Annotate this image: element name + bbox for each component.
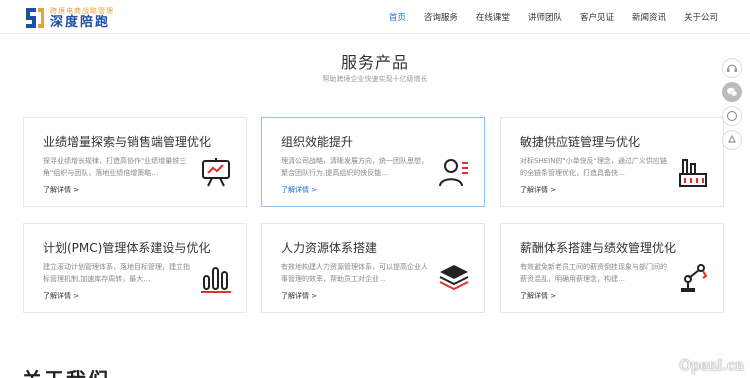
watermark-text: OpenI.cn — [679, 358, 744, 374]
service-card[interactable]: 组织效能提升 理清公司战略，清晰发展方向，统一团队思想，聚合团队行为,提高组织的… — [261, 117, 485, 207]
robot-arm-icon — [681, 264, 708, 292]
card-description: 有效地构建人力资源管理体系，可以提高企业人事管理的效率，帮助员工对企业… — [281, 263, 428, 283]
nav-item-about[interactable]: 关于公司 — [684, 11, 718, 23]
card-title: 薪酬体系搭建与绩效管理优化 — [520, 241, 677, 255]
service-card[interactable]: 人力资源体系搭建 有效地构建人力资源管理体系，可以提高企业人事管理的效率，帮助员… — [261, 223, 485, 313]
wechat-icon[interactable] — [722, 82, 742, 102]
card-description: 有效避免新老员工间的薪资倒挂现象与部门间的薪资混乱，明确用薪理念，构建… — [520, 263, 667, 283]
card-title: 计划(PMC)管理体系建设与优化 — [43, 241, 211, 255]
nav-item-lecturers[interactable]: 讲师团队 — [528, 11, 562, 23]
layers-icon — [439, 265, 469, 291]
card-title: 人力资源体系搭建 — [281, 241, 378, 255]
card-more-link[interactable]: 了解详情 > — [520, 291, 556, 301]
about-section-title: 关于我们 — [22, 364, 110, 378]
nav-item-testimonials[interactable]: 客户见证 — [580, 11, 614, 23]
service-card[interactable]: 业绩增量探索与销售端管理优化 探寻业绩增长规律，打造高协作"业绩增量铁三角"组织… — [23, 117, 247, 207]
service-card[interactable]: 计划(PMC)管理体系建设与优化 建立滚动计划管理体系，落地目标管理，建立指标管… — [23, 223, 247, 313]
person-list-icon — [439, 159, 468, 187]
brand-subtitle: 跨境电商战略管理 — [50, 7, 114, 15]
nav-item-news[interactable]: 新闻资讯 — [632, 11, 666, 23]
card-title: 敏捷供应链管理与优化 — [520, 135, 641, 149]
top-header: 跨境电商战略管理 深度陪跑 首页 咨询服务 在线课堂 讲师团队 客户见证 新闻资… — [0, 0, 750, 34]
card-description: 对标SHEIN的"小单快反"理念，通过广义供应链的全链条管理优化，打造具备快… — [520, 157, 667, 177]
card-more-link[interactable]: 了解详情 > — [281, 291, 317, 301]
brand-name: 深度陪跑 — [50, 15, 111, 30]
section-title: 服务产品 — [340, 53, 409, 72]
side-tool-bar — [720, 58, 744, 154]
card-description: 理清公司战略，清晰发展方向，统一团队思想，聚合团队行为,提高组织的快反能… — [281, 157, 428, 177]
card-title: 组织效能提升 — [281, 135, 354, 149]
logo-mark-icon — [26, 8, 44, 28]
nav-item-online-class[interactable]: 在线课堂 — [476, 11, 510, 23]
arrow-up-icon[interactable] — [722, 130, 742, 150]
card-more-link[interactable]: 了解详情 > — [43, 185, 79, 195]
card-title: 业绩增量探索与销售端管理优化 — [43, 135, 212, 149]
service-card[interactable]: 敏捷供应链管理与优化 对标SHEIN的"小单快反"理念，通过广义供应链的全链条管… — [500, 117, 724, 207]
headset-icon[interactable] — [722, 58, 742, 78]
card-more-link[interactable]: 了解详情 > — [520, 185, 556, 195]
service-card[interactable]: 薪酬体系搭建与绩效管理优化 有效避免新老员工间的薪资倒挂现象与部门间的薪资混乱，… — [500, 223, 724, 313]
brand-logo[interactable]: 跨境电商战略管理 深度陪跑 — [24, 6, 144, 30]
card-description: 建立滚动计划管理体系，落地目标管理，建立指标管理机制,加速库存周转，最大… — [43, 263, 190, 283]
nav-item-home[interactable]: 首页 — [389, 11, 406, 23]
section-subtitle: 帮助跨境企业快速实现十亿级增长 — [322, 75, 428, 83]
factory-icon — [679, 159, 707, 187]
chat-icon[interactable] — [722, 106, 742, 126]
main-nav: 首页 咨询服务 在线课堂 讲师团队 客户见证 新闻资讯 关于公司 — [371, 0, 718, 34]
bar-chart-icon — [201, 267, 231, 293]
presentation-board-icon — [202, 158, 230, 187]
card-more-link[interactable]: 了解详情 > — [43, 291, 79, 301]
card-more-link[interactable]: 了解详情 > — [281, 185, 317, 195]
nav-item-consulting[interactable]: 咨询服务 — [424, 11, 458, 23]
card-description: 探寻业绩增长规律，打造高协作"业绩增量铁三角"组织与团队，落地业绩倍增策略… — [43, 157, 187, 177]
